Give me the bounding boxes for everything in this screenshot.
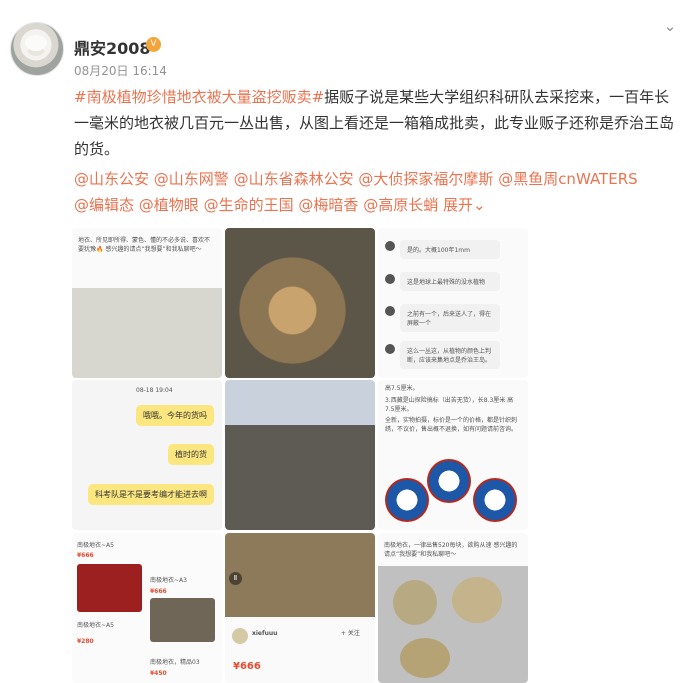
image-3[interactable]: 是的。大概100年1mm 这是地球上最特殊的没水植物 之前有一个，后来送人了，得… [378, 228, 528, 378]
vip-badge-icon: V [146, 37, 161, 52]
avatar[interactable] [10, 22, 64, 76]
image-8[interactable]: xiefuuu + 关注 ¥666 Ⅱ [225, 533, 375, 683]
mention-link[interactable]: @植物眼 [139, 196, 199, 214]
image-2[interactable] [225, 228, 375, 378]
product-price: ¥450 [150, 670, 167, 677]
mention-link[interactable]: @编辑态 [74, 196, 134, 214]
lichen-photo [452, 577, 502, 623]
image-4[interactable]: 08-18 19:04 哦哦。今年的货吗 植时的货 科考队是不是要考编才能进去啊 [72, 380, 222, 530]
image-5[interactable] [225, 380, 375, 530]
avatar [232, 628, 248, 644]
image-6[interactable]: 高7.5厘米。 3.西藏是山探险搞标（出苦无货），长8.3厘米 高7.5厘米。 … [378, 380, 528, 530]
listing-text: 高7.5厘米。 [385, 385, 419, 392]
avatar [385, 344, 395, 354]
chat-bubble: 哦哦。今年的货吗 [136, 405, 214, 426]
image-7[interactable]: 南极地衣~A5 ¥666 南极地衣~A3 ¥666 南极地衣~A5 ¥280 南… [72, 533, 222, 683]
product-image [150, 598, 215, 642]
image-caption: 地衣、所见即所得、蒙色、懂的不必多说、喜欢不要犹豫🔥 感兴趣的请点“我想要”和我… [78, 237, 211, 253]
chat-bubble: 科考队是不是要考编才能进去啊 [88, 484, 214, 505]
product-price: ¥280 [77, 638, 94, 645]
listing-text: 3.西藏是山探险搞标（出苦无货），长8.3厘米 高7.5厘米。 [385, 397, 514, 413]
product-image [77, 564, 142, 612]
hashtag-link[interactable]: #南极植物珍惜地衣被大量盗挖贩卖# [74, 88, 324, 106]
follow-button[interactable]: + 关注 [341, 629, 360, 638]
product-name: 南极地衣，精品03 [150, 659, 200, 666]
expand-link[interactable]: 展开⌄ [443, 196, 486, 214]
mention-link[interactable]: @山东网警 [154, 170, 229, 188]
chevron-down-icon[interactable]: ⌄ [660, 16, 680, 36]
weibo-post: 鼎安2008 V 08月20日 16:14 ⌄ #南极植物珍惜地衣被大量盗挖贩卖… [0, 0, 685, 683]
badge-icon [427, 459, 471, 503]
image-9[interactable]: 南极地衣，一律出售520每块，欲购从速 感兴趣的请点“我想要”和我私聊吧～ [378, 533, 528, 683]
mention-link[interactable]: @大侦探家福尔摩斯 [358, 170, 493, 188]
product-name: 南极地衣~A5 [77, 622, 114, 629]
chat-bubble: 植时的货 [168, 444, 214, 465]
chat-message: 是的。大概100年1mm [400, 240, 500, 259]
username[interactable]: 鼎安2008 [74, 35, 151, 59]
mention-link[interactable]: @高原长蛸 [363, 196, 438, 214]
mention-link[interactable]: @山东省森林公安 [234, 170, 354, 188]
product-name: 南极地衣~A5 [77, 542, 114, 549]
avatar [385, 306, 395, 316]
post-text: #南极植物珍惜地衣被大量盗挖贩卖#据贩子说是某些大学组织科研队去采挖来，一百年长… [74, 84, 674, 162]
badge-icon [385, 478, 429, 522]
mention-link[interactable]: @黑鱼周cnWATERS [498, 170, 637, 188]
chat-message: 之前有一个，后来送人了，得在屏蔽一个 [400, 304, 500, 332]
chat-time: 08-18 19:04 [136, 387, 173, 394]
product-name: 南极地衣~A3 [150, 577, 187, 584]
avatar [385, 241, 395, 251]
chat-message: 这是地球上最特殊的没水植物 [400, 272, 500, 291]
timestamp[interactable]: 08月20日 16:14 [74, 62, 167, 79]
product-price: ¥666 [77, 552, 94, 559]
chat-message: 这么一丛这，从植物的颜色上判断，应该来集地点是乔治王岛。 [400, 341, 500, 369]
mention-link[interactable]: @山东公安 [74, 170, 149, 188]
mentions: @山东公安 @山东网警 @山东省森林公安 @大侦探家福尔摩斯 @黑鱼周cnWAT… [74, 166, 674, 218]
image-caption: 南极地衣，一律出售520每块，欲购从速 感兴趣的请点“我想要”和我私聊吧～ [384, 542, 518, 558]
image-1[interactable]: 地衣、所见即所得、蒙色、懂的不必多说、喜欢不要犹豫🔥 感兴趣的请点“我想要”和我… [72, 228, 222, 378]
pause-icon[interactable]: Ⅱ [229, 572, 242, 585]
listing-text: 全新，实物拍摄，标价是一个的价格，都是针织刺绣，不议价，售出概不退换，如有问题请… [385, 417, 518, 433]
mention-link[interactable]: @生命的王国 [204, 196, 294, 214]
seller-price: ¥666 [233, 661, 261, 672]
lichen-photo [393, 580, 437, 625]
avatar [385, 274, 395, 284]
lichen-photo [400, 638, 450, 678]
image-grid: 地衣、所见即所得、蒙色、懂的不必多说、喜欢不要犹豫🔥 感兴趣的请点“我想要”和我… [72, 228, 528, 683]
seller-name: xiefuuu [252, 630, 278, 637]
mention-link[interactable]: @梅暗香 [298, 196, 358, 214]
product-price: ¥666 [150, 588, 167, 595]
badge-icon [473, 478, 517, 522]
